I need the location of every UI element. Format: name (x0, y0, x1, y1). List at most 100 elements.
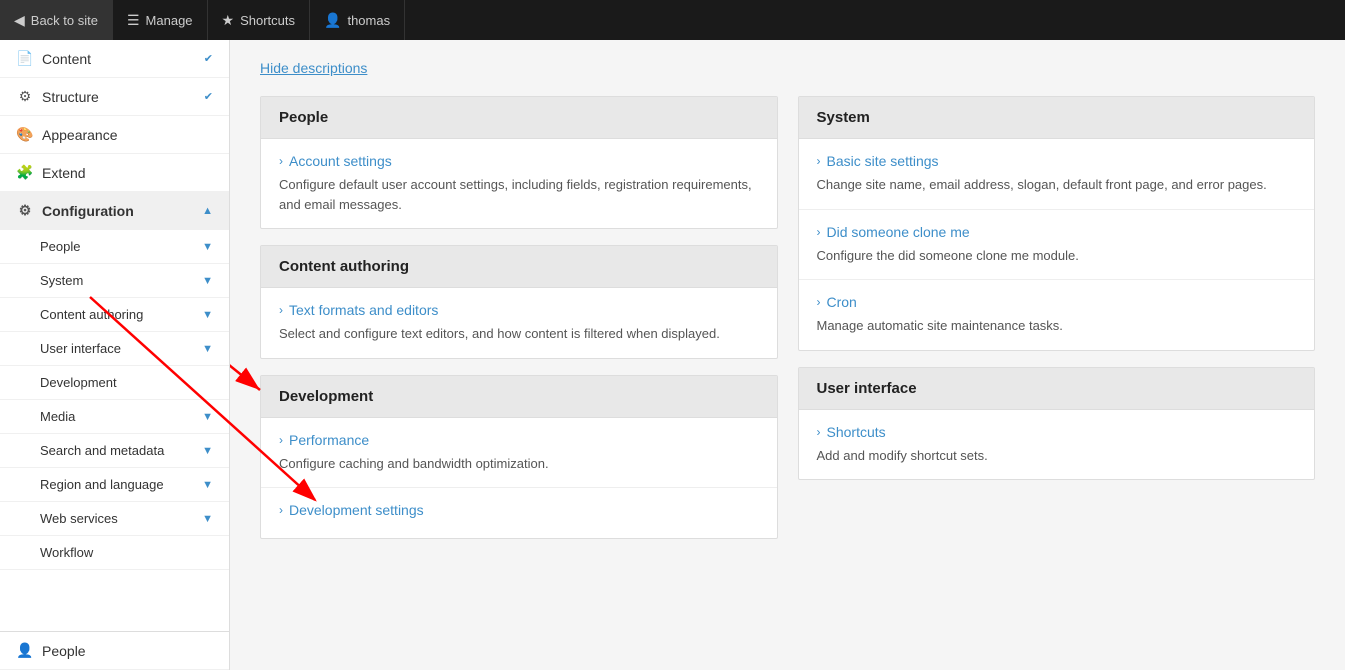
user-label: thomas (347, 13, 390, 28)
sidebar: 📄 Content ✔ ⚙ Structure ✔ 🎨 Appearance 🧩… (0, 40, 230, 670)
cron-label: Cron (827, 294, 857, 310)
account-settings-chevron: › (279, 154, 283, 168)
dev-settings-link[interactable]: › Development settings (279, 502, 759, 518)
sub-development-label: Development (40, 375, 117, 390)
clone-label: Did someone clone me (827, 224, 970, 240)
sub-web-services-arrow: ▼ (202, 513, 213, 525)
sidebar-item-configuration[interactable]: ⚙ Configuration ▲ (0, 192, 229, 230)
text-formats-desc: Select and configure text editors, and h… (279, 324, 759, 344)
sidebar-sub-media[interactable]: Media ▼ (0, 400, 229, 434)
section-people-header: People (261, 97, 777, 139)
shortcuts-chevron: › (817, 425, 821, 439)
content-icon: 📄 (16, 50, 34, 67)
section-item-dev-settings: › Development settings (261, 488, 777, 538)
dev-settings-label: Development settings (289, 502, 424, 518)
sidebar-sub-development[interactable]: Development (0, 366, 229, 400)
section-item-performance: › Performance Configure caching and band… (261, 418, 777, 489)
sub-system-arrow: ▼ (202, 275, 213, 287)
back-arrow-icon: ◀ (14, 12, 25, 29)
section-content-authoring-header: Content authoring (261, 246, 777, 288)
configuration-icon: ⚙ (16, 202, 34, 219)
performance-desc: Configure caching and bandwidth optimiza… (279, 454, 759, 474)
cron-desc: Manage automatic site maintenance tasks. (817, 316, 1297, 336)
shortcuts-link[interactable]: › Shortcuts (817, 424, 1297, 440)
sidebar-content-label: Content (42, 51, 91, 67)
basic-site-link[interactable]: › Basic site settings (817, 153, 1297, 169)
sub-workflow-label: Workflow (40, 545, 93, 560)
structure-expand-icon: ✔ (204, 90, 213, 103)
sidebar-sub-workflow[interactable]: Workflow (0, 536, 229, 570)
section-user-interface-body: › Shortcuts Add and modify shortcut sets… (799, 410, 1315, 480)
sidebar-item-appearance[interactable]: 🎨 Appearance (0, 116, 229, 154)
sub-content-authoring-label: Content authoring (40, 307, 143, 322)
extend-icon: 🧩 (16, 164, 34, 181)
basic-site-desc: Change site name, email address, slogan,… (817, 175, 1297, 195)
dev-settings-chevron: › (279, 503, 283, 517)
sidebar-sub-region-language[interactable]: Region and language ▼ (0, 468, 229, 502)
clone-desc: Configure the did someone clone me modul… (817, 246, 1297, 266)
section-system: System › Basic site settings Change site… (798, 96, 1316, 351)
people-bottom-icon: 👤 (16, 642, 34, 659)
account-settings-link[interactable]: › Account settings (279, 153, 759, 169)
text-formats-link[interactable]: › Text formats and editors (279, 302, 759, 318)
sidebar-sub-system[interactable]: System ▼ (0, 264, 229, 298)
sub-people-label: People (40, 239, 80, 254)
star-icon: ★ (222, 12, 235, 29)
text-formats-label: Text formats and editors (289, 302, 438, 318)
shortcuts-label: Shortcuts (827, 424, 886, 440)
right-column: System › Basic site settings Change site… (798, 96, 1316, 555)
sidebar-sub-web-services[interactable]: Web services ▼ (0, 502, 229, 536)
hide-descriptions-link[interactable]: Hide descriptions (260, 60, 367, 76)
section-system-header: System (799, 97, 1315, 139)
section-item-text-formats: › Text formats and editors Select and co… (261, 288, 777, 358)
user-button[interactable]: 👤 thomas (310, 0, 405, 40)
left-column: People › Account settings Configure defa… (260, 96, 778, 555)
shortcuts-label: Shortcuts (240, 13, 295, 28)
section-user-interface-header: User interface (799, 368, 1315, 410)
cron-chevron: › (817, 295, 821, 309)
shortcuts-desc: Add and modify shortcut sets. (817, 446, 1297, 466)
section-content-authoring: Content authoring › Text formats and edi… (260, 245, 778, 359)
performance-link[interactable]: › Performance (279, 432, 759, 448)
layout: 📄 Content ✔ ⚙ Structure ✔ 🎨 Appearance 🧩… (0, 40, 1345, 670)
section-item-clone: › Did someone clone me Configure the did… (799, 210, 1315, 281)
section-development-header: Development (261, 376, 777, 418)
section-people: People › Account settings Configure defa… (260, 96, 778, 229)
section-content-authoring-body: › Text formats and editors Select and co… (261, 288, 777, 358)
sidebar-item-content[interactable]: 📄 Content ✔ (0, 40, 229, 78)
sidebar-structure-label: Structure (42, 89, 99, 105)
manage-button[interactable]: ☰ Manage (113, 0, 208, 40)
sidebar-extend-label: Extend (42, 165, 86, 181)
performance-chevron: › (279, 433, 283, 447)
sidebar-sub-search-metadata[interactable]: Search and metadata ▼ (0, 434, 229, 468)
sub-media-label: Media (40, 409, 75, 424)
sidebar-people-bottom-label: People (42, 643, 86, 659)
section-item-cron: › Cron Manage automatic site maintenance… (799, 280, 1315, 350)
basic-site-label: Basic site settings (827, 153, 939, 169)
sidebar-sub-content-authoring[interactable]: Content authoring ▼ (0, 298, 229, 332)
section-people-body: › Account settings Configure default use… (261, 139, 777, 228)
section-item-shortcuts: › Shortcuts Add and modify shortcut sets… (799, 410, 1315, 480)
sidebar-item-structure[interactable]: ⚙ Structure ✔ (0, 78, 229, 116)
section-item-basic-site: › Basic site settings Change site name, … (799, 139, 1315, 210)
sidebar-item-people-bottom[interactable]: 👤 People (0, 631, 229, 670)
section-item-account-settings: › Account settings Configure default use… (261, 139, 777, 228)
main-content: Hide descriptions People (230, 40, 1345, 670)
sub-search-metadata-label: Search and metadata (40, 443, 164, 458)
sub-web-services-label: Web services (40, 511, 118, 526)
sidebar-appearance-label: Appearance (42, 127, 118, 143)
sub-user-interface-arrow: ▼ (202, 343, 213, 355)
clone-link[interactable]: › Did someone clone me (817, 224, 1297, 240)
sidebar-sub-people[interactable]: People ▼ (0, 230, 229, 264)
sub-people-arrow: ▼ (202, 241, 213, 253)
cron-link[interactable]: › Cron (817, 294, 1297, 310)
shortcuts-button[interactable]: ★ Shortcuts (208, 0, 310, 40)
sidebar-sub-user-interface[interactable]: User interface ▼ (0, 332, 229, 366)
content-expand-icon: ✔ (204, 52, 213, 65)
configuration-expand-icon: ▲ (202, 205, 213, 217)
content-columns: People › Account settings Configure defa… (260, 96, 1315, 555)
sub-search-metadata-arrow: ▼ (202, 445, 213, 457)
sidebar-item-extend[interactable]: 🧩 Extend (0, 154, 229, 192)
back-to-site[interactable]: ◀ Back to site (0, 0, 113, 40)
sub-system-label: System (40, 273, 83, 288)
